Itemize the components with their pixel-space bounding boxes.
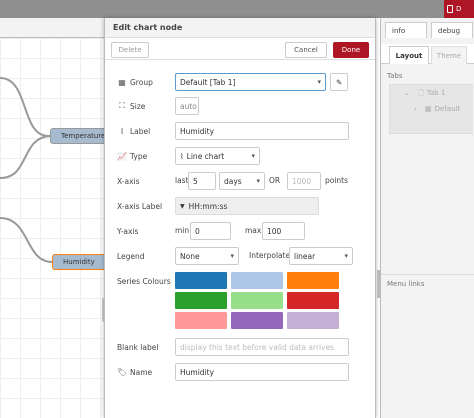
line-chart-icon: ⌇ <box>180 151 184 161</box>
size-label: ⛶ Size <box>117 97 177 115</box>
xaxis-label-input[interactable]: ▼ HH:mm:ss <box>175 197 319 215</box>
node-label: Temperature <box>61 132 106 140</box>
tree-item-tab[interactable]: ⌄ 🗋 Tab 1 <box>404 89 445 100</box>
tabs-heading: Tabs <box>387 72 403 80</box>
deploy-label: D <box>456 5 462 13</box>
colour-swatch[interactable] <box>231 312 283 329</box>
series-colours-label: Series Colours <box>117 276 171 286</box>
yaxis-max-text: max <box>245 226 262 235</box>
pencil-icon: ✎ <box>336 77 343 87</box>
legend-select[interactable]: None <box>175 247 239 265</box>
tree-item-group[interactable]: › ▦ Default <box>414 105 460 113</box>
name-input[interactable]: Humidity <box>175 363 349 381</box>
tab-info[interactable]: info <box>385 22 427 38</box>
blank-label-input[interactable]: display this text before valid data arri… <box>175 338 349 356</box>
menu-links-heading: Menu links <box>387 280 425 288</box>
file-icon: 🗋 <box>418 89 424 97</box>
chevron-down-icon: ⌄ <box>404 89 410 97</box>
yaxis-min-input[interactable]: 0 <box>190 222 231 240</box>
legend-label: Legend <box>117 251 145 261</box>
tray-title: Edit chart node <box>105 18 375 38</box>
xaxis-points-text: points <box>325 176 349 185</box>
wires <box>0 77 53 263</box>
yaxis-max-input[interactable]: 100 <box>262 222 305 240</box>
table-icon: ▦ <box>425 105 432 113</box>
label-label: I Label <box>117 122 177 140</box>
colour-swatch[interactable] <box>175 312 227 329</box>
tabs-tree: ⌄ 🗋 Tab 1 › ▦ Default <box>389 84 473 134</box>
tab-debug[interactable]: debug <box>431 22 473 38</box>
colour-swatch[interactable] <box>287 312 339 329</box>
caret-icon: ▼ <box>180 202 185 210</box>
xaxis-label: X-axis <box>117 176 140 186</box>
cancel-button[interactable]: Cancel <box>285 42 327 58</box>
sidebar: info debug Layout Theme Tabs ⌄ 🗋 Tab 1 › … <box>380 18 474 418</box>
type-select[interactable]: ⌇ Line chart <box>175 147 260 165</box>
menu-links-area <box>389 292 473 418</box>
yaxis-label: Y-axis <box>117 226 139 236</box>
xaxis-last-text: last <box>175 176 189 185</box>
blank-label-label: Blank label <box>117 342 159 352</box>
type-label: 📈 Type <box>117 151 148 161</box>
table-icon: ▦ <box>118 77 126 87</box>
done-button[interactable]: Done <box>333 42 369 58</box>
xaxis-label-label: X-axis Label <box>117 201 163 211</box>
tray-toolbar: Delete Cancel Done <box>105 38 375 60</box>
xaxis-unit-select[interactable]: days <box>219 172 265 190</box>
colour-swatch[interactable] <box>231 272 283 289</box>
chevron-right-icon: › <box>414 105 417 113</box>
group-label: ▦ Group <box>118 77 153 87</box>
tag-icon: 🏷 <box>117 367 128 377</box>
colour-swatch[interactable] <box>287 272 339 289</box>
label-input[interactable]: Humidity <box>175 122 349 140</box>
top-header: D <box>0 0 474 18</box>
line-chart-icon: 📈 <box>117 151 127 161</box>
size-button[interactable]: auto <box>175 97 199 115</box>
colour-swatch[interactable] <box>287 292 339 309</box>
xaxis-points-input[interactable]: 1000 <box>287 172 321 190</box>
tab-theme[interactable]: Theme <box>431 46 467 64</box>
node-humidity[interactable]: Humidity <box>52 254 111 270</box>
interpolate-select[interactable]: linear <box>289 247 353 265</box>
sidebar-divider <box>381 274 474 275</box>
yaxis-min-text: min <box>175 226 190 235</box>
colour-swatch[interactable] <box>175 292 227 309</box>
interpolate-text: Interpolate <box>249 251 291 260</box>
dashboard-subtabs: Layout Theme <box>381 44 474 64</box>
deploy-icon <box>447 5 453 13</box>
text-cursor-icon: I <box>120 126 124 136</box>
size-icon: ⛶ <box>119 101 125 110</box>
colour-swatch[interactable] <box>175 272 227 289</box>
delete-button[interactable]: Delete <box>111 42 149 58</box>
colour-swatch[interactable] <box>231 292 283 309</box>
name-label: 🏷 Name <box>117 367 153 377</box>
node-temperature[interactable]: Temperature <box>50 128 111 144</box>
group-select[interactable]: Default [Tab 1] <box>175 73 326 91</box>
sidebar-tabs: info debug <box>381 20 474 38</box>
deploy-button[interactable]: D <box>444 0 474 18</box>
edit-group-button[interactable]: ✎ <box>330 73 348 91</box>
tab-layout[interactable]: Layout <box>389 46 429 64</box>
xaxis-or-text: OR <box>269 176 281 185</box>
node-label: Humidity <box>63 258 95 266</box>
flow-workspace[interactable]: Temperature Humidity <box>0 18 112 418</box>
edit-tray: Edit chart node Delete Cancel Done ▦ Grou… <box>104 18 376 418</box>
xaxis-count-input[interactable]: 5 <box>188 172 216 190</box>
